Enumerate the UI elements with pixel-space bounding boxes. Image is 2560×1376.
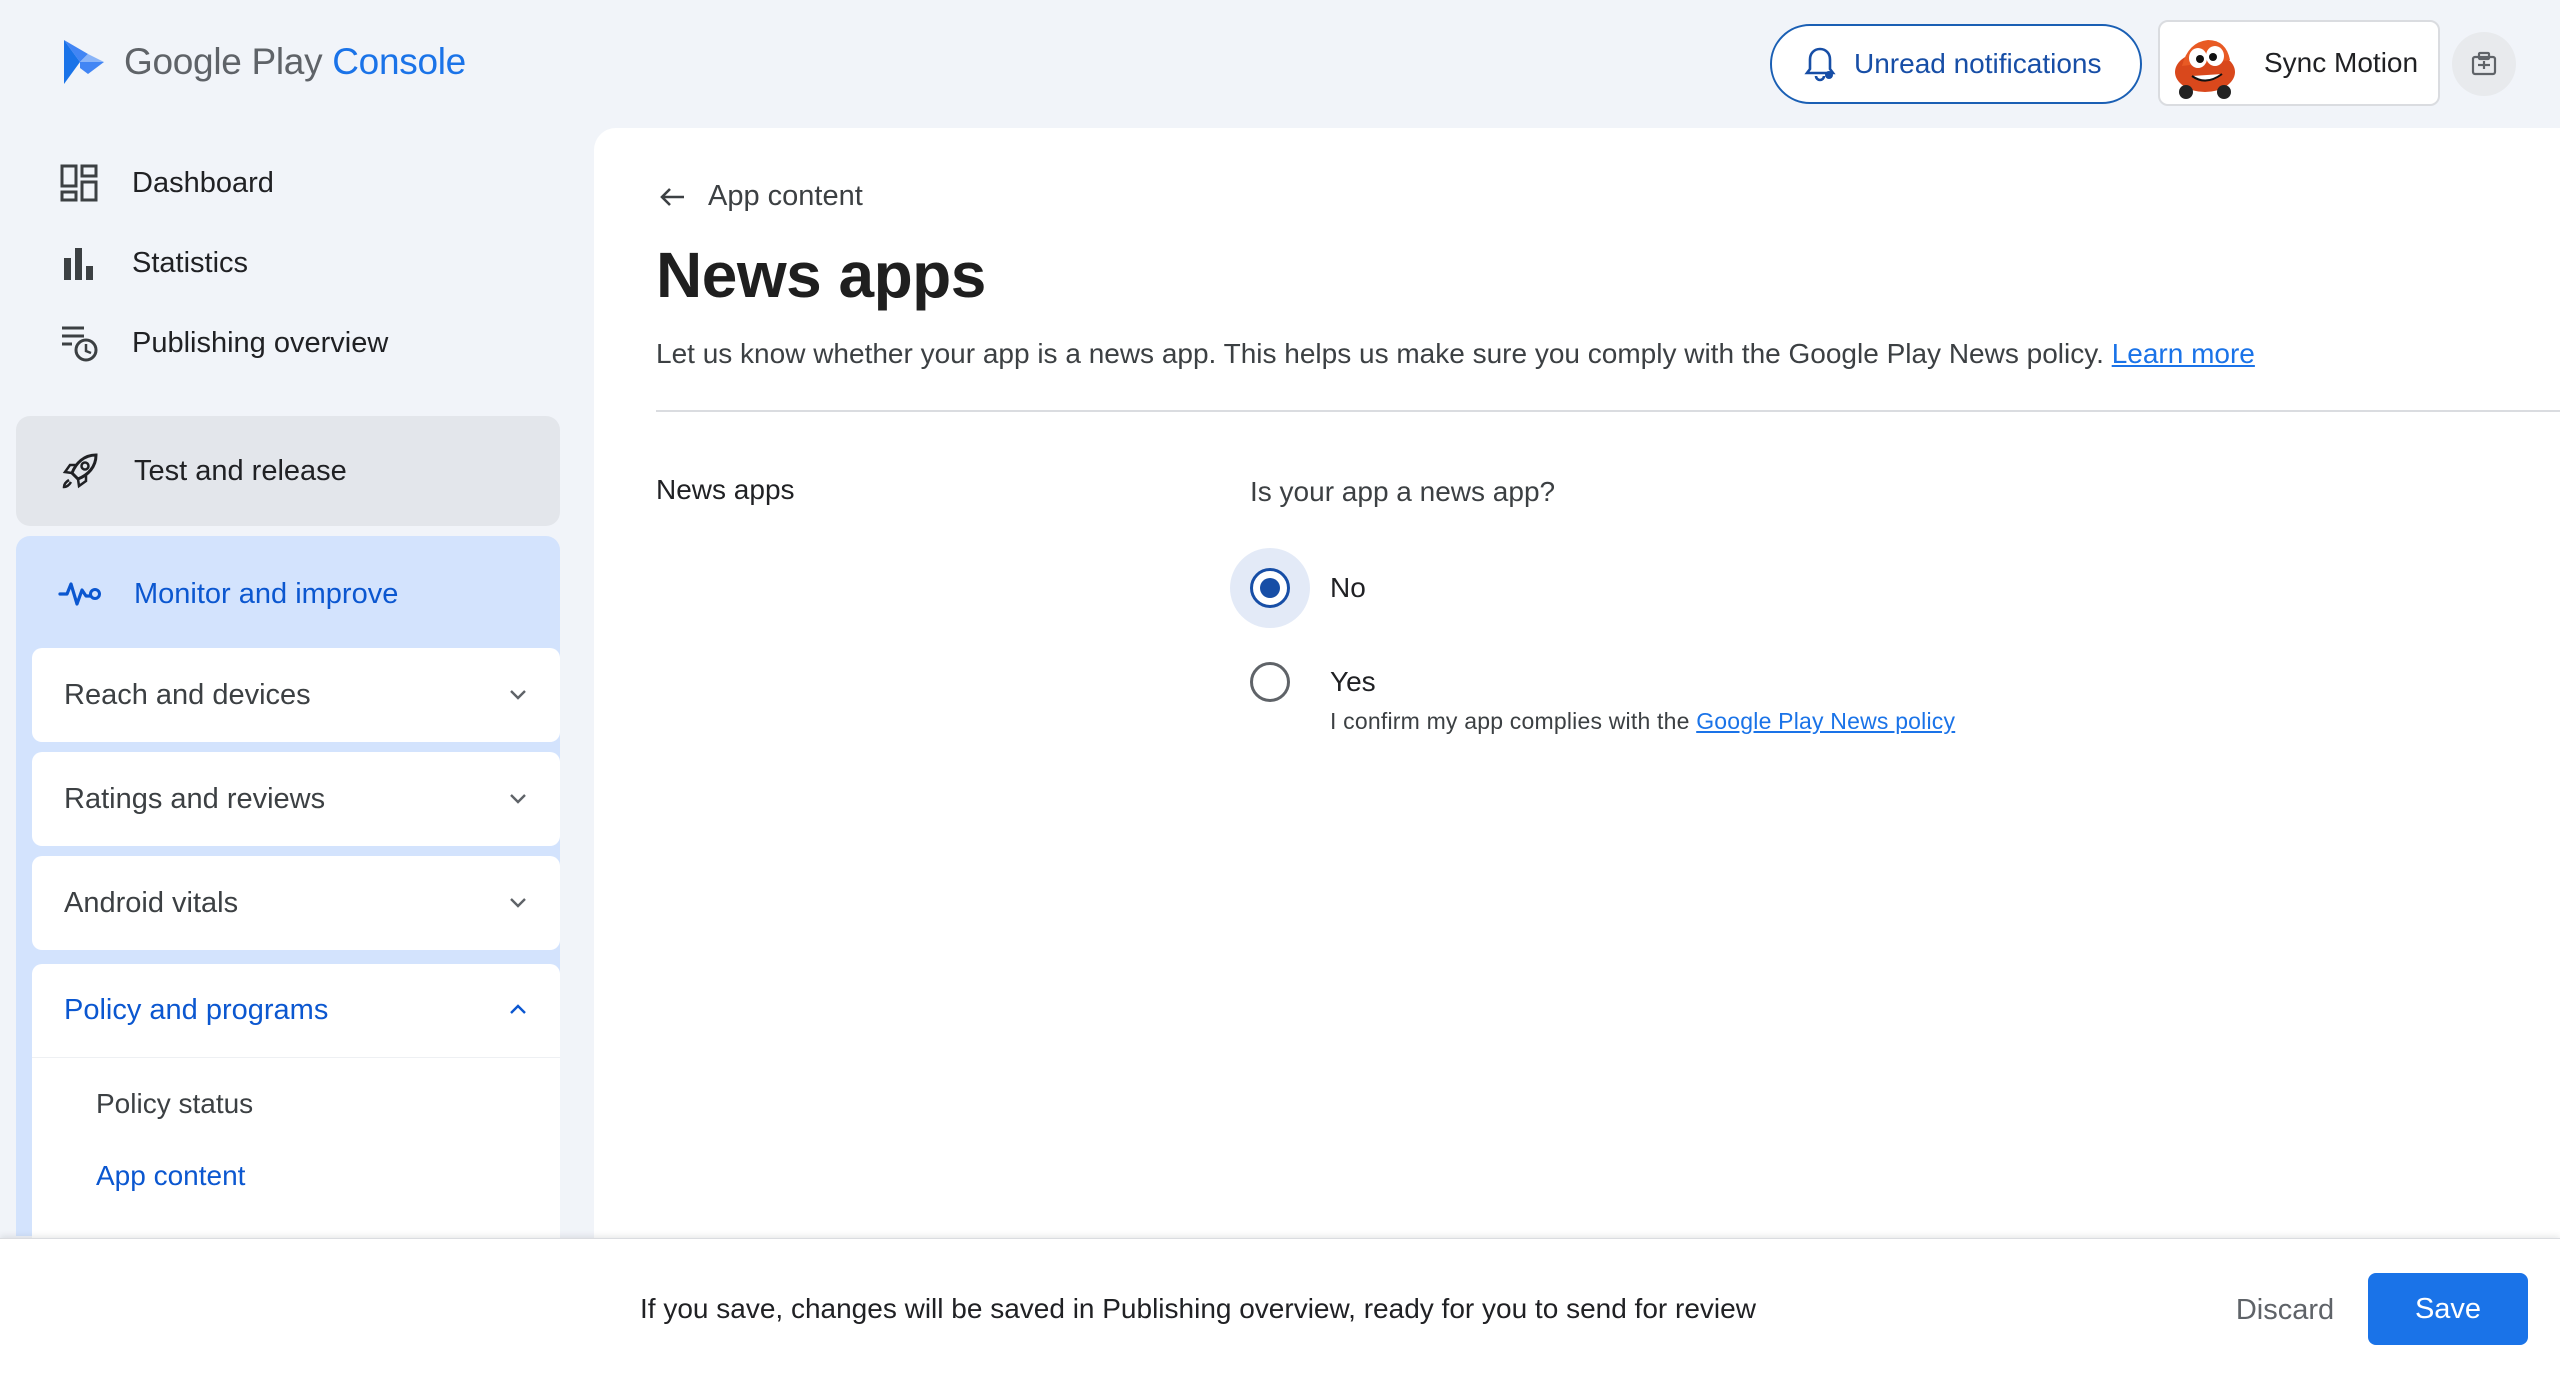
sidebar-item-dashboard[interactable]: Dashboard [58, 148, 274, 218]
discard-button[interactable]: Discard [2210, 1275, 2360, 1345]
sidebar-item-policy-status[interactable]: Policy status [96, 1088, 253, 1120]
logo-console-text: Console [332, 41, 466, 82]
radio-option-no[interactable]: No [1230, 548, 1366, 628]
chevron-down-icon [510, 690, 526, 700]
account-switcher[interactable]: Sync Motion [2158, 20, 2440, 106]
policy-and-programs-toggle[interactable]: Policy and programs [32, 964, 560, 1058]
rocket-icon [62, 453, 98, 489]
learn-more-link[interactable]: Learn more [2112, 338, 2255, 369]
back-to-app-content-link[interactable]: App content [656, 180, 863, 213]
yes-option-help-text: I confirm my app complies with the Googl… [1330, 708, 1956, 734]
dashboard-icon [60, 164, 98, 202]
logo-google-play-text: Google Play [124, 41, 323, 82]
bell-icon [1804, 47, 1836, 82]
save-changes-bar: If you save, changes will be saved in Pu… [0, 1238, 2560, 1376]
play-console-app: Google Play Console Unread notifications [0, 0, 2560, 1376]
radio-no-button[interactable] [1250, 568, 1290, 608]
section-label: Reach and devices [64, 678, 311, 711]
news-policy-link[interactable]: Google Play News policy [1696, 708, 1955, 734]
feedback-icon [2471, 51, 2497, 76]
radio-yes-button[interactable] [1250, 662, 1290, 702]
chevron-down-icon [510, 898, 526, 908]
google-play-console-logo[interactable]: Google Play Console [58, 36, 466, 88]
account-name: Sync Motion [2264, 47, 2419, 78]
page-description: Let us know whether your app is a news a… [656, 338, 2255, 370]
chevron-down-icon [510, 794, 526, 804]
sidebar-item-label: Statistics [132, 246, 249, 279]
sidebar-section-reach-and-devices[interactable]: Reach and devices [32, 648, 560, 742]
sidebar-section-android-vitals[interactable]: Android vitals [32, 856, 560, 950]
vitals-pulse-icon [58, 582, 101, 606]
unread-notifications-button[interactable]: Unread notifications [1770, 24, 2142, 104]
schedule-list-icon [62, 326, 98, 362]
save-info-message: If you save, changes will be saved in Pu… [640, 1293, 1756, 1324]
sidebar-item-statistics[interactable]: Statistics [58, 228, 248, 298]
sidebar-item-test-and-release[interactable]: Test and release [16, 416, 560, 526]
description-text: Let us know whether your app is a news a… [656, 338, 2104, 369]
sidebar-item-label: Dashboard [132, 166, 274, 199]
back-link-label: App content [708, 180, 863, 212]
sidebar-item-app-content[interactable]: App content [96, 1160, 245, 1192]
app-avatar [2168, 26, 2242, 100]
save-button[interactable]: Save [2368, 1273, 2528, 1345]
news-app-question: Is your app a news app? [1250, 476, 1556, 507]
section-label-news-apps: News apps [656, 474, 795, 505]
sidebar-item-monitor-and-improve[interactable]: Monitor and improve [58, 556, 398, 632]
section-label: Android vitals [64, 886, 239, 919]
section-divider [656, 410, 2560, 412]
notifications-label: Unread notifications [1854, 48, 2102, 79]
sidebar-item-publishing-overview[interactable]: Publishing overview [58, 308, 388, 378]
car-mascot-icon [2168, 26, 2242, 100]
sidebar-item-label: Monitor and improve [134, 577, 399, 610]
page-title: News apps [656, 239, 986, 311]
sidebar-item-label: Publishing overview [132, 326, 389, 359]
feedback-button[interactable] [2452, 32, 2516, 96]
section-label: Ratings and reviews [64, 782, 326, 815]
radio-yes-label: Yes [1330, 666, 1376, 697]
main-content-card: App content News apps Let us know whethe… [594, 128, 2560, 1238]
chevron-up-icon [510, 1004, 526, 1014]
bar-chart-icon [64, 248, 93, 280]
arrow-back-icon [660, 187, 684, 206]
sidebar-section-ratings-and-reviews[interactable]: Ratings and reviews [32, 752, 560, 846]
section-label: Policy and programs [64, 994, 329, 1026]
radio-no-label: No [1330, 572, 1366, 603]
monitor-and-improve-panel: Monitor and improve Reach and devices Ra… [16, 536, 560, 1364]
play-console-logo-icon [64, 40, 104, 84]
sidebar-item-label: Test and release [134, 454, 347, 487]
